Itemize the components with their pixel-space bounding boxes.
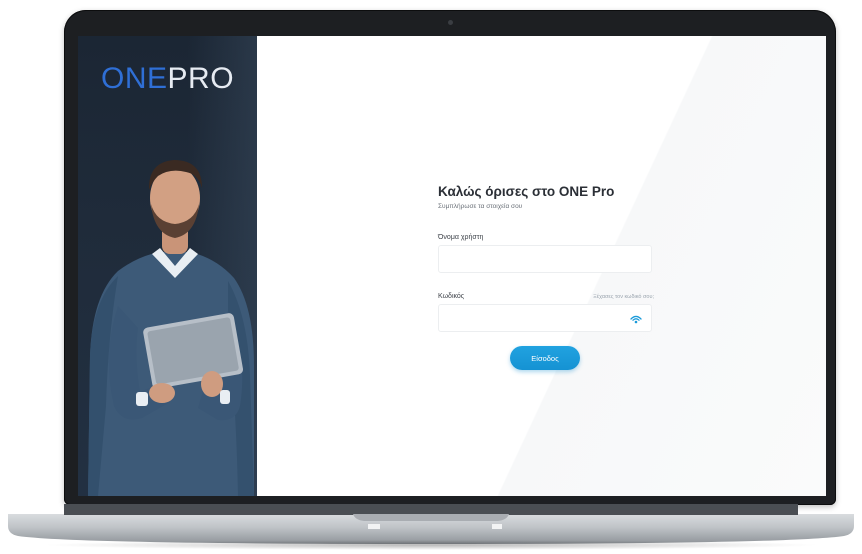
login-panel: Καλώς όρισες στο ONE Pro Συμπλήρωσε τα σ…: [257, 36, 826, 496]
laptop-screen: ONEPRO Καλώς όρισες στο ONE Pro Συμπλήρω…: [78, 36, 826, 496]
username-label-row: Όνομα χρήστη: [438, 234, 654, 241]
laptop-mockup: ONEPRO Καλώς όρισες στο ONE Pro Συμπλήρω…: [0, 0, 862, 554]
username-input-box[interactable]: [438, 245, 652, 273]
brand-photo-panel: ONEPRO: [78, 36, 257, 496]
logo-pro: PRO: [167, 62, 235, 95]
logo-one: ONE: [101, 62, 168, 95]
password-label-row: Κωδικός Ξέχασες τον κωδικό σου;: [438, 293, 654, 300]
login-form: Καλώς όρισες στο ONE Pro Συμπλήρωσε τα σ…: [438, 184, 654, 370]
onepro-logo: ONEPRO: [101, 62, 234, 96]
username-label: Όνομα χρήστη: [438, 234, 484, 241]
password-input[interactable]: [439, 305, 636, 331]
welcome-subtitle: Συμπλήρωσε τα στοιχεία σου: [438, 203, 523, 210]
eye-icon[interactable]: [630, 314, 642, 324]
password-input-box[interactable]: [438, 304, 652, 332]
laptop-shadow: [40, 540, 822, 550]
username-input[interactable]: [439, 246, 636, 272]
username-group: Όνομα χρήστη: [438, 234, 654, 273]
login-button[interactable]: Είσοδος: [510, 346, 580, 370]
man-with-tablet-illustration: [88, 160, 254, 496]
welcome-title: Καλώς όρισες στο ONE Pro: [438, 184, 615, 199]
forgot-password-link[interactable]: Ξέχασες τον κωδικό σου;: [593, 294, 654, 300]
password-label: Κωδικός: [438, 293, 465, 300]
submit-row: Είσοδος: [438, 346, 652, 370]
password-group: Κωδικός Ξέχασες τον κωδικό σου;: [438, 293, 654, 332]
webcam: [448, 20, 453, 25]
